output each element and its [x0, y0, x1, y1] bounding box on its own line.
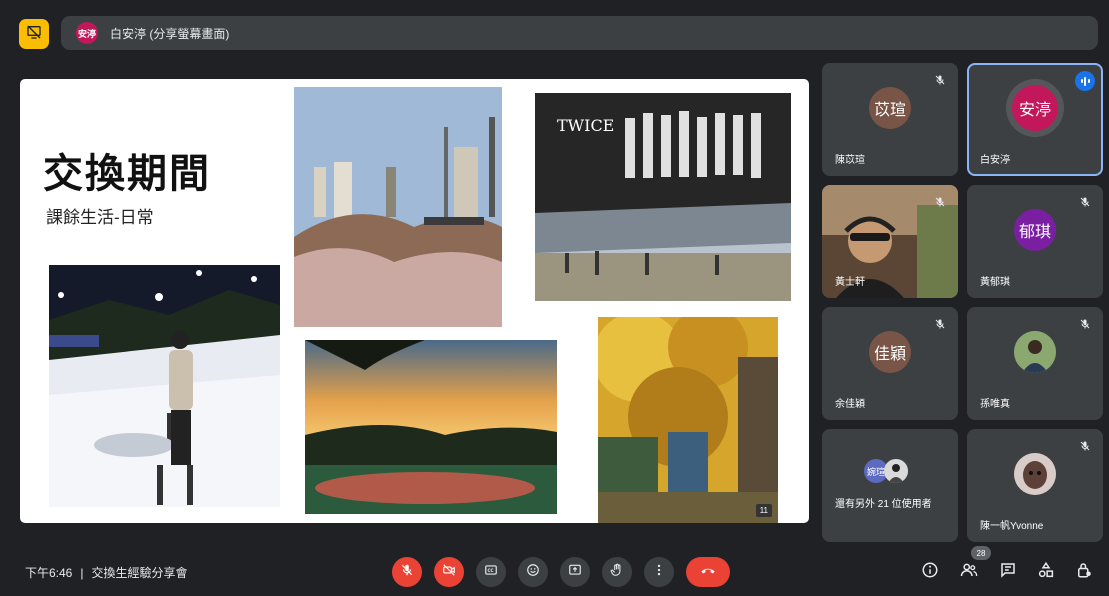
participant-tile[interactable]: 苡瑄 陳苡瑄: [822, 63, 958, 176]
activities-button[interactable]: [1034, 560, 1058, 584]
more-participants-tile[interactable]: 婉瑄 還有另外 21 位使用者: [822, 429, 958, 542]
participant-name: 孫唯真: [980, 399, 1010, 410]
slide-page-number: 11: [755, 504, 772, 517]
slide-title: 交換期間: [43, 152, 211, 196]
participant-tile[interactable]: 陳一帆Yvonne: [967, 429, 1103, 542]
reactions-button[interactable]: [518, 557, 548, 587]
captions-button[interactable]: CC: [476, 557, 506, 587]
participant-name: 陳苡瑄: [835, 155, 865, 166]
avatar: 佳穎: [869, 331, 911, 374]
profile-photo-avatar: [1014, 453, 1056, 496]
camera-off-icon: [442, 563, 456, 582]
meeting-name: 交換生經驗分享會: [91, 566, 188, 580]
separator: |: [80, 565, 84, 580]
camera-toggle-button[interactable]: [434, 557, 464, 587]
avatar: 安渟: [1012, 85, 1058, 132]
screen-share-off-icon: [26, 24, 42, 45]
present-screen-icon: [568, 563, 582, 582]
participant-tile[interactable]: 郁琪 黃郁琪: [967, 185, 1103, 298]
autumn-campus-photo: 11: [598, 317, 778, 523]
clock-time: 下午6:46: [25, 566, 73, 580]
hand-icon: [610, 563, 624, 582]
slide-subtitle: 課餘生活-日常: [46, 208, 154, 227]
leave-call-button[interactable]: [686, 557, 730, 587]
profile-photo-avatar: [884, 459, 908, 483]
presentation-title: 白安渟 (分享螢幕畫面): [110, 26, 230, 41]
present-screen-button[interactable]: [560, 557, 590, 587]
mic-off-icon: [932, 316, 948, 332]
chat-button[interactable]: [996, 560, 1020, 584]
more-participants-label: 還有另外 21 位使用者: [835, 499, 932, 510]
shared-screen-slide: 交換期間 課餘生活-日常 TWICE 11: [20, 79, 809, 523]
ski-photo: [49, 265, 280, 507]
presenter-bar: 安渟 白安渟 (分享螢幕畫面): [61, 16, 1098, 50]
more-vert-icon: [652, 563, 666, 582]
sunset-photo: [305, 340, 557, 514]
mic-off-icon: [932, 194, 948, 210]
participant-name: 黃郁琪: [980, 277, 1010, 288]
raise-hand-button[interactable]: [602, 557, 632, 587]
svg-text:TWICE: TWICE: [557, 116, 614, 135]
info-icon: [921, 561, 939, 584]
people-button[interactable]: [957, 560, 981, 584]
avatar: 郁琪: [1014, 209, 1056, 252]
profile-photo-avatar: [1014, 331, 1056, 374]
people-count-badge: 28: [971, 546, 991, 560]
participant-name: 陳一帆Yvonne: [980, 521, 1044, 532]
people-icon: [960, 561, 978, 584]
svg-text:CC: CC: [488, 568, 494, 573]
meeting-info: 下午6:46 | 交換生經驗分享會: [25, 564, 188, 581]
hang-up-icon: [699, 561, 717, 584]
participant-name: 白安渟: [980, 155, 1010, 166]
mic-off-icon: [400, 563, 414, 582]
mic-off-icon: [1077, 438, 1093, 454]
participant-tile-video[interactable]: 黃士軒: [822, 185, 958, 298]
concert-billboard-photo: TWICE: [535, 93, 791, 301]
lock-person-icon: [1075, 561, 1093, 584]
cityscape-photo: [294, 87, 502, 327]
chat-icon: [999, 561, 1017, 584]
emoji-icon: [526, 563, 540, 582]
captions-icon: CC: [484, 563, 498, 582]
more-options-button[interactable]: [644, 557, 674, 587]
mic-off-icon: [1077, 316, 1093, 332]
meeting-details-button[interactable]: [918, 560, 942, 584]
speaking-indicator-icon: [1075, 71, 1095, 91]
participant-name: 余佳穎: [835, 399, 865, 410]
participant-tile[interactable]: 孫唯真: [967, 307, 1103, 420]
mic-off-icon: [932, 72, 948, 88]
presenter-avatar: 安渟: [76, 22, 98, 44]
participant-name: 黃士軒: [835, 277, 865, 288]
participant-tile-active-speaker[interactable]: 安渟 白安渟: [967, 63, 1103, 176]
avatar: 苡瑄: [869, 87, 911, 130]
activities-icon: [1037, 561, 1055, 584]
participant-tile[interactable]: 佳穎 余佳穎: [822, 307, 958, 420]
screen-share-badge[interactable]: [19, 19, 49, 49]
mic-toggle-button[interactable]: [392, 557, 422, 587]
host-controls-button[interactable]: [1072, 560, 1096, 584]
mic-off-icon: [1077, 194, 1093, 210]
